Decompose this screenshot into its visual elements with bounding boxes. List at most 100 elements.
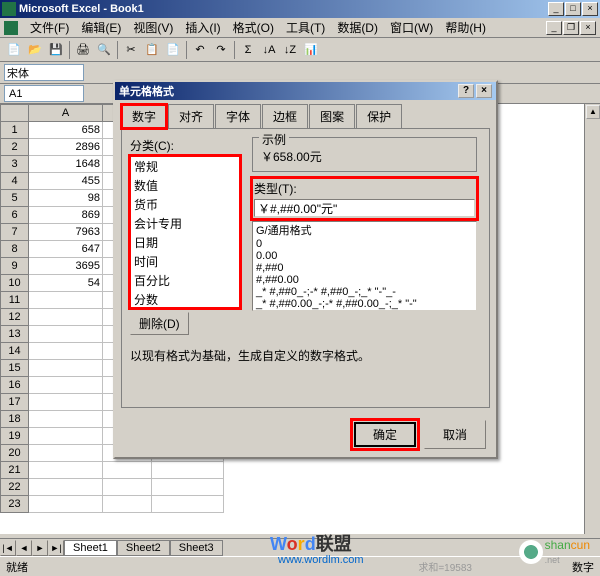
- row-header[interactable]: 8: [1, 241, 29, 258]
- row-header[interactable]: 1: [1, 122, 29, 139]
- type-item[interactable]: 0.00: [253, 250, 476, 262]
- dialog-help-button[interactable]: ?: [458, 84, 474, 98]
- cell[interactable]: [29, 292, 103, 309]
- menu-view[interactable]: 视图(V): [127, 17, 179, 38]
- row-header[interactable]: 22: [1, 479, 29, 496]
- dialog-close-button[interactable]: ×: [476, 84, 492, 98]
- cell[interactable]: 455: [29, 173, 103, 190]
- doc-minimize-button[interactable]: _: [546, 21, 562, 35]
- row-header[interactable]: 10: [1, 275, 29, 292]
- menu-format[interactable]: 格式(O): [227, 17, 280, 38]
- menu-help[interactable]: 帮助(H): [439, 17, 492, 38]
- sort-desc-icon[interactable]: ↓Z: [280, 40, 300, 60]
- type-item[interactable]: 0: [253, 238, 476, 250]
- type-item[interactable]: #,##0.00: [253, 274, 476, 286]
- category-listbox[interactable]: 常规 数值 货币 会计专用 日期 时间 百分比 分数 科学记数 文本 特殊 自定…: [130, 156, 240, 308]
- doc-restore-button[interactable]: ❐: [563, 21, 579, 35]
- row-header[interactable]: 13: [1, 326, 29, 343]
- row-header[interactable]: 18: [1, 411, 29, 428]
- preview-icon[interactable]: 🔍: [94, 40, 114, 60]
- copy-icon[interactable]: 📋: [142, 40, 162, 60]
- cell[interactable]: [29, 394, 103, 411]
- cell[interactable]: 1648: [29, 156, 103, 173]
- delete-button[interactable]: 删除(D): [130, 312, 189, 335]
- menu-file[interactable]: 文件(F): [24, 17, 75, 38]
- cell[interactable]: [29, 445, 103, 462]
- row-header[interactable]: 7: [1, 224, 29, 241]
- type-input[interactable]: [254, 199, 475, 217]
- app-icon[interactable]: [4, 21, 18, 35]
- cell[interactable]: [29, 326, 103, 343]
- row-header[interactable]: 17: [1, 394, 29, 411]
- paste-icon[interactable]: 📄: [163, 40, 183, 60]
- tab-font[interactable]: 字体: [215, 104, 261, 128]
- sheet-last-icon[interactable]: ►|: [48, 540, 64, 556]
- type-listbox[interactable]: G/通用格式 0 0.00 #,##0 #,##0.00 _* #,##0_-;…: [252, 221, 477, 311]
- row-header[interactable]: 15: [1, 360, 29, 377]
- cell[interactable]: 869: [29, 207, 103, 224]
- category-item[interactable]: 会计专用: [131, 214, 239, 233]
- menu-tools[interactable]: 工具(T): [280, 17, 331, 38]
- category-item[interactable]: 分数: [131, 290, 239, 308]
- menu-window[interactable]: 窗口(W): [384, 17, 439, 38]
- cell[interactable]: [103, 462, 152, 479]
- font-name-combo[interactable]: 宋体: [4, 64, 84, 81]
- print-icon[interactable]: 🖨: [73, 40, 93, 60]
- cell[interactable]: [29, 479, 103, 496]
- row-header[interactable]: 21: [1, 462, 29, 479]
- cell[interactable]: 54: [29, 275, 103, 292]
- tab-pattern[interactable]: 图案: [309, 104, 355, 128]
- cell[interactable]: 647: [29, 241, 103, 258]
- select-all-corner[interactable]: [1, 105, 29, 122]
- cut-icon[interactable]: ✂: [121, 40, 141, 60]
- cancel-button[interactable]: 取消: [424, 420, 486, 449]
- category-item[interactable]: 日期: [131, 233, 239, 252]
- row-header[interactable]: 20: [1, 445, 29, 462]
- cell[interactable]: [103, 496, 152, 513]
- sheet-tab-1[interactable]: Sheet1: [64, 540, 117, 556]
- tab-number[interactable]: 数字: [121, 104, 167, 129]
- cell[interactable]: [29, 377, 103, 394]
- ok-button[interactable]: 确定: [354, 422, 416, 447]
- sheet-tab-3[interactable]: Sheet3: [170, 540, 223, 556]
- cell[interactable]: [152, 462, 224, 479]
- cell[interactable]: [29, 411, 103, 428]
- redo-icon[interactable]: ↷: [211, 40, 231, 60]
- menu-data[interactable]: 数据(D): [331, 17, 384, 38]
- row-header[interactable]: 2: [1, 139, 29, 156]
- minimize-button[interactable]: _: [548, 2, 564, 16]
- save-icon[interactable]: 💾: [46, 40, 66, 60]
- row-header[interactable]: 3: [1, 156, 29, 173]
- sheet-prev-icon[interactable]: ◄: [16, 540, 32, 556]
- cell[interactable]: [29, 462, 103, 479]
- cell[interactable]: [29, 309, 103, 326]
- type-item[interactable]: G/通用格式: [253, 222, 476, 238]
- cell[interactable]: [152, 479, 224, 496]
- tab-border[interactable]: 边框: [262, 104, 308, 128]
- cell[interactable]: [29, 428, 103, 445]
- sum-icon[interactable]: Σ: [238, 40, 258, 60]
- cell[interactable]: 658: [29, 122, 103, 139]
- row-header[interactable]: 12: [1, 309, 29, 326]
- sheet-next-icon[interactable]: ►: [32, 540, 48, 556]
- category-item[interactable]: 货币: [131, 195, 239, 214]
- category-item[interactable]: 常规: [131, 157, 239, 176]
- type-item[interactable]: _* #,##0.00_-;-* #,##0.00_-;_* "-": [253, 298, 476, 310]
- category-item[interactable]: 百分比: [131, 271, 239, 290]
- doc-close-button[interactable]: ×: [580, 21, 596, 35]
- new-icon[interactable]: 📄: [4, 40, 24, 60]
- sort-asc-icon[interactable]: ↓A: [259, 40, 279, 60]
- cell[interactable]: 3695: [29, 258, 103, 275]
- cell[interactable]: [103, 479, 152, 496]
- row-header[interactable]: 4: [1, 173, 29, 190]
- row-header[interactable]: 19: [1, 428, 29, 445]
- cell[interactable]: [29, 496, 103, 513]
- row-header[interactable]: 14: [1, 343, 29, 360]
- row-header[interactable]: 16: [1, 377, 29, 394]
- row-header[interactable]: 5: [1, 190, 29, 207]
- cell[interactable]: 98: [29, 190, 103, 207]
- col-header-a[interactable]: A: [29, 105, 103, 122]
- close-button[interactable]: ×: [582, 2, 598, 16]
- cell[interactable]: [152, 496, 224, 513]
- category-item[interactable]: 数值: [131, 176, 239, 195]
